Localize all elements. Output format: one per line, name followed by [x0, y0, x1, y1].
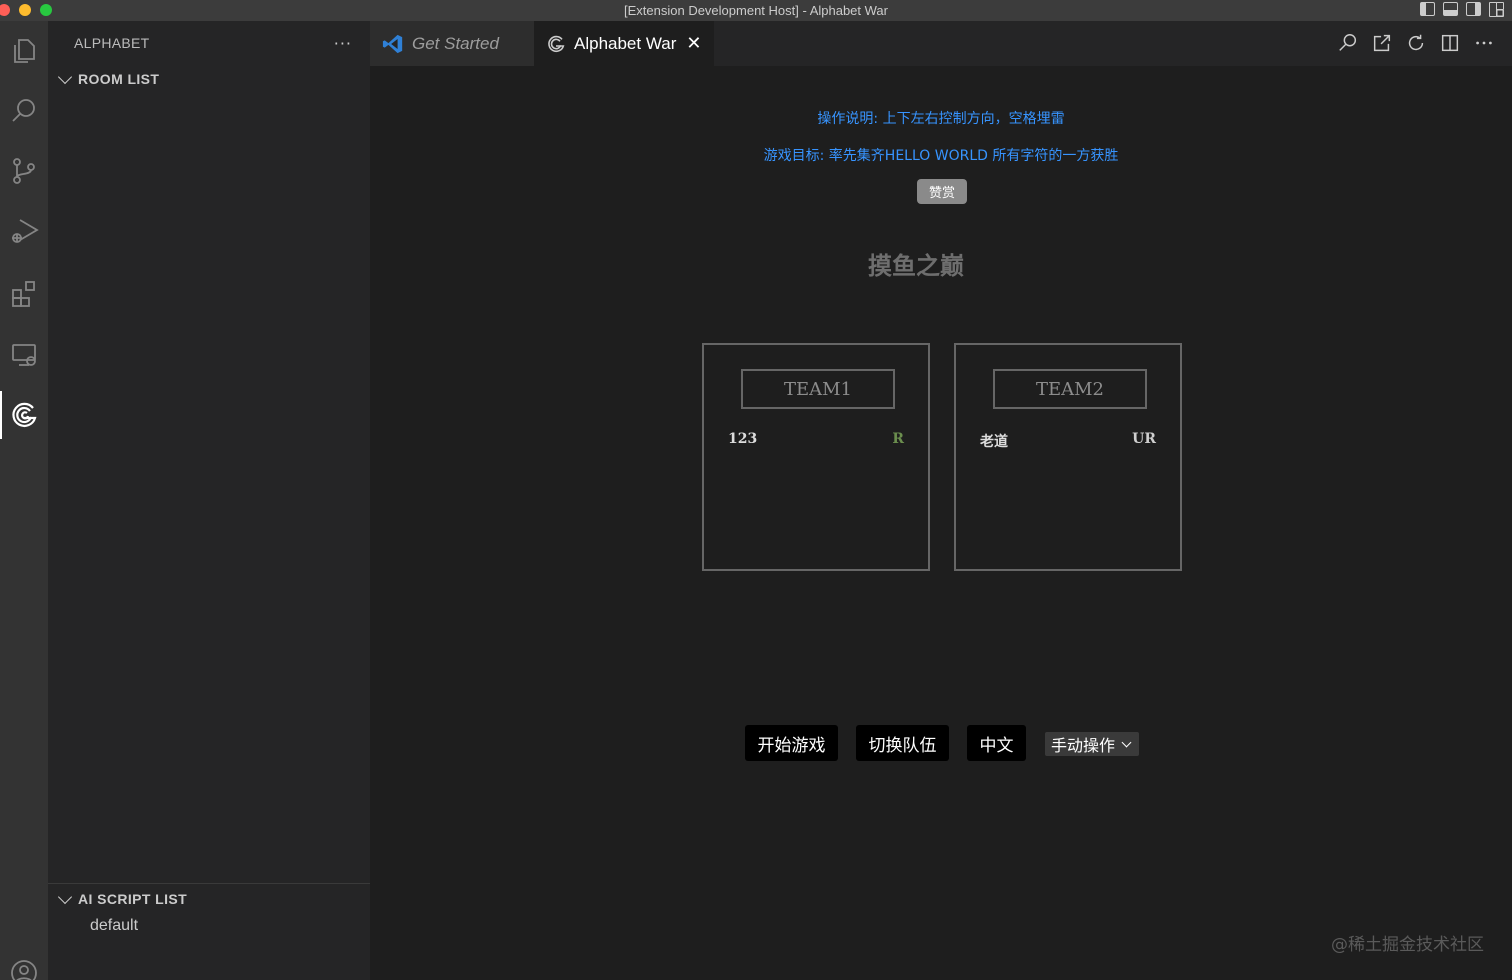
tab-label: Alphabet War — [574, 33, 677, 53]
game-webview: 操作说明: 上下左右控制方向，空格埋雷 游戏目标: 率先集齐HELLO WORL… — [370, 66, 1512, 980]
more-actions-icon[interactable]: ··· — [334, 34, 352, 53]
ai-script-list-section-header[interactable]: AI SCRIPT LIST — [48, 885, 370, 913]
customize-layout-icon[interactable] — [1489, 2, 1504, 17]
explorer-icon[interactable] — [0, 27, 48, 75]
vscode-icon — [382, 34, 403, 53]
toggle-primary-sidebar-icon[interactable] — [1420, 2, 1435, 16]
game-title: 摸鱼之巅 — [868, 251, 964, 280]
source-control-icon[interactable] — [0, 147, 48, 195]
sidebar-header: ALPHABET ··· — [48, 21, 370, 65]
more-actions-icon[interactable] — [1472, 31, 1496, 55]
start-game-button[interactable]: 开始游戏 — [745, 725, 838, 761]
team-panel: TEAM1 123 R — [702, 343, 930, 571]
chevron-down-icon — [57, 69, 73, 85]
tab-get-started[interactable]: Get Started — [370, 21, 534, 66]
editor-actions — [1336, 31, 1496, 55]
layout-controls — [1420, 2, 1504, 17]
alphabet-war-icon — [548, 35, 565, 52]
mode-select[interactable]: 手动操作 — [1045, 732, 1139, 756]
team-name: TEAM2 — [993, 369, 1147, 409]
split-editor-icon[interactable] — [1438, 31, 1462, 55]
room-list-label: ROOM LIST — [78, 71, 160, 87]
close-window-button[interactable] — [0, 4, 10, 16]
activity-bar — [0, 21, 48, 980]
language-button[interactable]: 中文 — [967, 725, 1026, 761]
tab-label: Get Started — [412, 33, 499, 53]
player-name: 123 — [728, 431, 758, 447]
open-external-icon[interactable] — [1370, 31, 1394, 55]
account-icon[interactable] — [0, 949, 48, 980]
ai-script-section: AI SCRIPT LIST default — [48, 883, 370, 939]
mode-select-value: 手动操作 — [1051, 736, 1116, 755]
praise-button[interactable]: 赞赏 — [917, 179, 967, 204]
player-name: 老道 — [980, 434, 1008, 450]
remote-explorer-icon[interactable] — [0, 331, 48, 379]
sidebar: ALPHABET ··· ROOM LIST AI SCRIPT LIST de… — [48, 21, 370, 980]
switch-team-button[interactable]: 切换队伍 — [856, 725, 949, 761]
tab-alphabet-war[interactable]: Alphabet War ✕ — [534, 21, 714, 66]
ai-script-list-label: AI SCRIPT LIST — [78, 891, 188, 907]
toggle-secondary-sidebar-icon[interactable] — [1466, 2, 1481, 16]
minimize-window-button[interactable] — [19, 4, 31, 16]
team-panel: TEAM2 老道 UR — [954, 343, 1182, 571]
chevron-down-icon — [57, 889, 73, 905]
extensions-icon[interactable] — [0, 269, 48, 317]
team-name: TEAM1 — [741, 369, 895, 409]
room-list-section-header[interactable]: ROOM LIST — [48, 65, 370, 93]
window-title: [Extension Development Host] - Alphabet … — [624, 3, 888, 18]
alphabet-war-icon[interactable] — [0, 391, 48, 439]
run-debug-icon[interactable] — [0, 207, 48, 255]
ai-script-item[interactable]: default — [48, 913, 370, 939]
objective-text: 游戏目标: 率先集齐HELLO WORLD 所有字符的一方获胜 — [763, 148, 1119, 164]
sidebar-title: ALPHABET — [74, 35, 150, 51]
editor-tab-bar: Get Started Alphabet War ✕ — [370, 21, 1512, 66]
close-tab-icon[interactable]: ✕ — [686, 33, 701, 54]
find-icon[interactable] — [1336, 31, 1360, 55]
window-controls — [0, 4, 52, 16]
instructions-text: 操作说明: 上下左右控制方向，空格埋雷 — [817, 111, 1065, 127]
toggle-panel-icon[interactable] — [1443, 2, 1458, 16]
maximize-window-button[interactable] — [40, 4, 52, 16]
chevron-down-icon — [1121, 737, 1132, 747]
search-icon[interactable] — [0, 87, 48, 135]
player-status: R — [892, 431, 904, 447]
player-status: UR — [1132, 431, 1156, 447]
reload-icon[interactable] — [1404, 31, 1428, 55]
watermark: @稀土掘金技术社区 — [1331, 935, 1484, 955]
title-bar: [Extension Development Host] - Alphabet … — [0, 0, 1512, 21]
